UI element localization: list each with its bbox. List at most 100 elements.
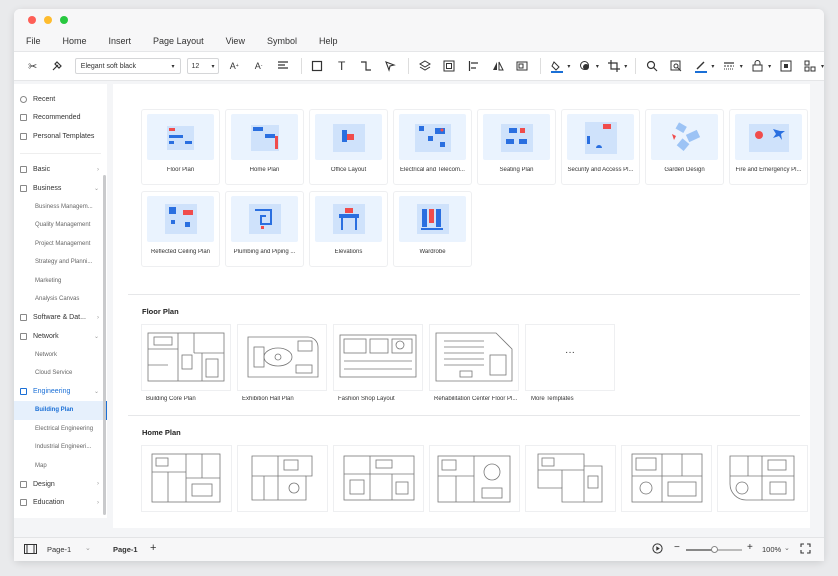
search-icon[interactable] (645, 59, 658, 73)
page-view-icon[interactable] (24, 544, 37, 556)
home-plan-template-card[interactable] (142, 446, 231, 511)
font-increase-icon[interactable]: A + (227, 59, 240, 73)
shadow-icon[interactable] (578, 59, 591, 73)
home-plan-template-card[interactable] (622, 446, 711, 511)
category-card-floor-plan[interactable]: Floor Plan (142, 110, 219, 184)
home-plan-template-card[interactable] (334, 446, 423, 511)
menu-file[interactable]: File (26, 36, 41, 46)
more-icon[interactable] (804, 59, 817, 73)
home-plan-template-card[interactable] (718, 446, 807, 511)
fit-icon[interactable] (516, 59, 529, 73)
sidebar-item-basic[interactable]: Basic › (14, 161, 107, 180)
zoom-level[interactable]: 100% (762, 545, 781, 554)
template-card[interactable] (238, 325, 326, 390)
category-card-office-layout[interactable]: Office Layout (310, 110, 387, 184)
align-icon[interactable] (276, 59, 289, 73)
text-icon[interactable]: T (335, 59, 348, 73)
menu-page-layout[interactable]: Page Layout (153, 36, 204, 46)
sidebar-subitem[interactable]: Marketing (14, 272, 107, 291)
sidebar-subitem-building-plan[interactable]: Building Plan (14, 401, 107, 420)
rectangle-icon[interactable] (311, 59, 324, 73)
sidebar-subitem[interactable]: Business Managem... (14, 198, 107, 217)
category-card-elevations[interactable]: Elevations (310, 192, 387, 266)
menu-insert[interactable]: Insert (109, 36, 132, 46)
sidebar-item-personal-templates[interactable]: Personal Templates (14, 127, 107, 146)
sidebar-item-design[interactable]: Design › (14, 475, 107, 494)
sidebar-item-network[interactable]: Network ⌄ (14, 327, 107, 346)
frame-icon[interactable] (779, 59, 792, 73)
zoom-out-button[interactable]: − (674, 542, 680, 553)
template-card[interactable] (430, 325, 518, 390)
sidebar-subitem[interactable]: Analysis Canvas (14, 290, 107, 309)
sidebar-item-software-database[interactable]: Software & Dat... › (14, 309, 107, 328)
sidebar-subitem[interactable]: Network (14, 346, 107, 365)
page-select[interactable]: Page-1 (47, 545, 71, 554)
chevron-down-icon[interactable]: ▾ (624, 63, 627, 70)
flip-icon[interactable] (491, 59, 504, 73)
category-card-seating-plan[interactable]: Seating Plan (478, 110, 555, 184)
category-card-reflected-ceiling[interactable]: Reflected Ceiling Plan (142, 192, 219, 266)
crop-icon[interactable] (607, 59, 620, 73)
chevron-down-icon[interactable]: ▾ (711, 63, 714, 70)
category-card-fire-emergency[interactable]: Fire and Emergency Pl... (730, 110, 807, 184)
sidebar-item-recent[interactable]: Recent (14, 90, 107, 109)
layers-icon[interactable] (418, 59, 431, 73)
sidebar-subitem[interactable]: Cloud Service (14, 364, 107, 383)
sidebar-item-education[interactable]: Education › (14, 494, 107, 513)
chevron-down-icon[interactable]: ▾ (567, 63, 570, 70)
zoom-slider[interactable] (686, 546, 742, 553)
sidebar-subitem[interactable]: Strategy and Planni... (14, 253, 107, 272)
sidebar-subitem[interactable]: Electrical Engineering (14, 420, 107, 439)
connector-icon[interactable] (359, 59, 372, 73)
template-card[interactable] (334, 325, 422, 390)
menu-symbol[interactable]: Symbol (267, 36, 297, 46)
lock-icon[interactable] (751, 59, 764, 73)
sidebar-subitem[interactable]: Map (14, 457, 107, 476)
chevron-down-icon[interactable]: ⌄ (85, 544, 91, 552)
replace-icon[interactable] (670, 59, 683, 73)
chevron-down-icon[interactable]: ▾ (596, 63, 599, 70)
sidebar-subitem[interactable]: Quality Management (14, 216, 107, 235)
category-card-electrical[interactable]: Electrical and Telecom... (394, 110, 471, 184)
maximize-window-button[interactable] (60, 16, 68, 24)
menu-home[interactable]: Home (63, 36, 87, 46)
font-size-select[interactable]: 12 ▾ (186, 58, 220, 74)
home-plan-template-card[interactable] (430, 446, 519, 511)
category-card-garden-design[interactable]: Garden Design (646, 110, 723, 184)
font-family-select[interactable]: Elegant soft black ▾ (74, 58, 181, 74)
sidebar-item-recommended[interactable]: Recommended (14, 109, 107, 128)
fullscreen-icon[interactable] (800, 543, 811, 556)
sidebar-item-business[interactable]: Business ⌄ (14, 179, 107, 198)
zoom-in-button[interactable]: + (747, 542, 753, 553)
template-card[interactable] (142, 325, 230, 390)
category-card-home-plan[interactable]: Home Plan (226, 110, 303, 184)
sidebar-subitem[interactable]: Project Management (14, 235, 107, 254)
zoom-slider-handle[interactable] (711, 546, 718, 553)
line-style-icon[interactable] (722, 59, 735, 73)
align-left-icon[interactable] (467, 59, 480, 73)
line-color-icon[interactable] (694, 59, 707, 73)
pointer-icon[interactable] (384, 59, 397, 73)
more-templates-card[interactable]: ··· (526, 325, 614, 390)
home-plan-template-card[interactable] (526, 446, 615, 511)
home-plan-template-card[interactable] (238, 446, 327, 511)
chevron-down-icon[interactable]: ▾ (821, 63, 824, 70)
close-window-button[interactable] (28, 16, 36, 24)
menu-help[interactable]: Help (319, 36, 338, 46)
chevron-down-icon[interactable]: ▾ (740, 63, 743, 70)
sidebar-scrollbar[interactable] (103, 175, 106, 515)
add-page-button[interactable]: + (150, 542, 156, 554)
format-painter-icon[interactable] (50, 59, 63, 73)
font-decrease-icon[interactable]: A- (252, 59, 265, 73)
minimize-window-button[interactable] (44, 16, 52, 24)
fill-color-icon[interactable] (550, 59, 563, 73)
group-icon[interactable] (443, 59, 456, 73)
category-card-security[interactable]: Security and Access Pl... (562, 110, 639, 184)
sidebar-subitem[interactable]: Industrial Engineeri... (14, 438, 107, 457)
page-tab[interactable]: Page-1 (113, 545, 138, 554)
chevron-down-icon[interactable]: ⌄ (784, 544, 790, 552)
category-card-plumbing[interactable]: Plumbing and Piping ... (226, 192, 303, 266)
scissors-icon[interactable]: ✂ (26, 59, 39, 73)
sidebar-item-engineering[interactable]: Engineering ⌄ (14, 383, 107, 402)
menu-view[interactable]: View (226, 36, 245, 46)
